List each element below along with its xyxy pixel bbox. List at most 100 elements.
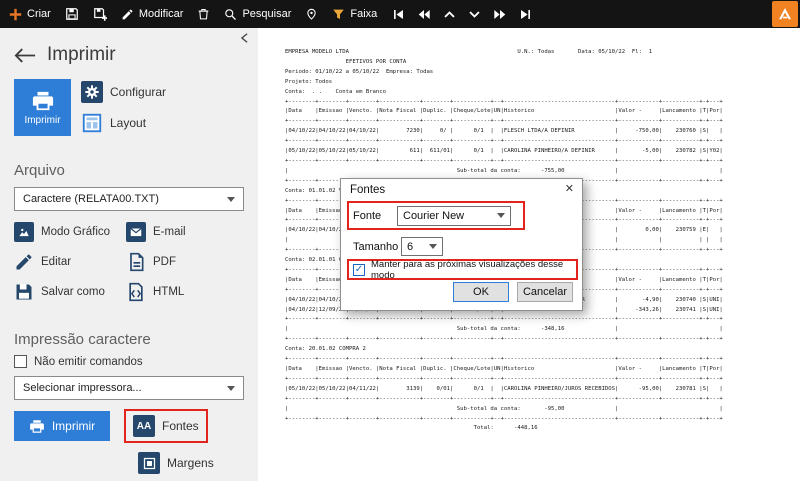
back-arrow-icon[interactable] (14, 47, 36, 63)
chevron-down-icon (227, 196, 235, 202)
nav-down-icon[interactable] (462, 0, 487, 28)
keep-checkbox[interactable]: ✓ (353, 263, 365, 276)
pdf-button[interactable]: PDF (126, 249, 238, 275)
tamanho-label: Tamanho (353, 240, 399, 253)
tamanho-select-value: 6 (407, 240, 414, 253)
imprimir-button[interactable]: Imprimir (14, 411, 110, 441)
top-toolbar: Criar Modificar Pesquisar Faixa (0, 0, 800, 28)
print-tiles: Imprimir Configurar Layout (14, 79, 258, 136)
nao-emitir-row[interactable]: Não emitir comandos (14, 355, 258, 368)
nav-first-icon[interactable] (386, 0, 411, 28)
layout-button[interactable]: Layout (81, 112, 166, 134)
search-icon (225, 8, 237, 20)
email-icon (126, 222, 146, 242)
email-label: E-mail (153, 226, 186, 238)
modo-grafico-label: Modo Gráfico (41, 226, 111, 238)
file-format-select[interactable]: Caractere (RELATA00.TXT) (14, 187, 244, 211)
pesquisar-button[interactable]: Pesquisar (217, 0, 298, 28)
configurar-label: Configurar (110, 85, 167, 99)
chevron-down-icon (429, 244, 437, 249)
plus-icon (9, 8, 22, 20)
keep-checkbox-label: Manter para as próximas visualizações de… (371, 258, 564, 281)
cancelar-button[interactable]: Cancelar (517, 282, 573, 302)
map-pin-icon (307, 8, 317, 20)
tamanho-select[interactable]: 6 (401, 237, 443, 256)
nav-last-icon[interactable] (513, 0, 538, 28)
imprimir-tile-label: Imprimir (24, 114, 61, 126)
modificar-button[interactable]: Modificar (114, 0, 191, 28)
gear-icon (81, 81, 103, 103)
margens-button-label: Margens (167, 456, 214, 470)
printer-select-value: Selecionar impressora... (23, 382, 142, 394)
printer-select[interactable]: Selecionar impressora... (14, 376, 244, 400)
html-icon (129, 282, 143, 302)
chevron-down-icon (497, 213, 505, 218)
email-button[interactable]: E-mail (126, 219, 238, 245)
nao-emitir-checkbox[interactable] (14, 355, 27, 368)
chevron-down-icon (227, 385, 235, 391)
criar-button[interactable]: Criar (2, 0, 58, 28)
layout-icon (82, 113, 102, 133)
salvar-novo-button[interactable] (86, 0, 114, 28)
faixa-button[interactable]: Faixa (325, 0, 384, 28)
filter-funnel-icon (333, 9, 345, 19)
file-actions-grid: Modo Gráfico E-mail Editar PDF Salvar co… (14, 219, 258, 305)
margens-row: Margens (133, 449, 258, 477)
page-title-row: Imprimir (14, 44, 258, 66)
modificar-label: Modificar (138, 8, 184, 20)
html-button[interactable]: HTML (126, 279, 238, 305)
tile-actions: Configurar Layout (81, 79, 166, 134)
close-icon[interactable]: ✕ (565, 182, 574, 195)
collapse-sidebar-icon[interactable] (239, 32, 250, 44)
margens-button[interactable]: Margens (133, 449, 258, 477)
fonte-highlight-annotation: Fonte Courier New (347, 201, 525, 230)
save-icon (65, 8, 78, 20)
tamanho-row: Tamanho 6 (353, 237, 443, 256)
ok-button[interactable]: OK (453, 282, 509, 302)
modo-grafico-button[interactable]: Modo Gráfico (14, 219, 126, 245)
nav-up-icon[interactable] (437, 0, 462, 28)
nav-forward-icon[interactable] (487, 0, 513, 28)
layout-label: Layout (110, 116, 147, 130)
fontes-highlight-annotation: AA Fontes (124, 409, 208, 443)
editar-label: Editar (41, 256, 72, 268)
salvar-como-button[interactable]: Salvar como (14, 279, 126, 305)
save-as-icon (16, 284, 32, 300)
excluir-button[interactable] (190, 0, 217, 28)
font-aa-icon: AA (133, 415, 155, 437)
file-format-value: Caractere (RELATA00.TXT) (23, 193, 159, 205)
printer-icon (32, 91, 53, 110)
page-title: Imprimir (47, 44, 116, 65)
print-actions-row: Imprimir AA Fontes (14, 409, 258, 443)
faixa-label: Faixa (350, 8, 378, 20)
pdf-label: PDF (153, 256, 176, 268)
imprimir-button-label: Imprimir (51, 419, 96, 433)
fontes-dialog: Fontes ✕ Fonte Courier New Tamanho 6 ✓ M… (340, 178, 583, 311)
criar-label: Criar (27, 8, 51, 20)
imprimir-tile-button[interactable]: Imprimir (14, 79, 71, 136)
editar-button[interactable]: Editar (14, 249, 126, 275)
keep-highlight-annotation: ✓ Manter para as próximas visualizações … (347, 258, 578, 281)
dialog-buttons: OK Cancelar (453, 282, 573, 302)
pdf-icon (130, 252, 144, 272)
fonte-label: Fonte (353, 209, 382, 222)
configurar-button[interactable]: Configurar (81, 81, 166, 103)
arquivo-heading: Arquivo (14, 162, 65, 179)
record-navigation (386, 0, 538, 28)
fontes-button-label: Fontes (162, 419, 199, 433)
trash-icon (199, 9, 209, 20)
edit-pencil-icon (16, 254, 32, 270)
app-logo (772, 1, 798, 27)
salvar-button[interactable] (58, 0, 86, 28)
fonte-select[interactable]: Courier New (397, 205, 511, 226)
salvar-como-label: Salvar como (41, 286, 105, 298)
dialog-title: Fontes (350, 184, 386, 196)
sidebar: Imprimir Imprimir Configurar Layout Arqu… (0, 28, 258, 481)
nav-rewind-icon[interactable] (411, 0, 437, 28)
printer-icon (29, 419, 44, 433)
html-label: HTML (153, 286, 185, 298)
nao-emitir-label: Não emitir comandos (34, 355, 143, 368)
impressao-heading: Impressão caractere (14, 331, 151, 348)
localizar-button[interactable] (298, 0, 325, 28)
fontes-button[interactable]: AA Fontes (128, 412, 204, 440)
